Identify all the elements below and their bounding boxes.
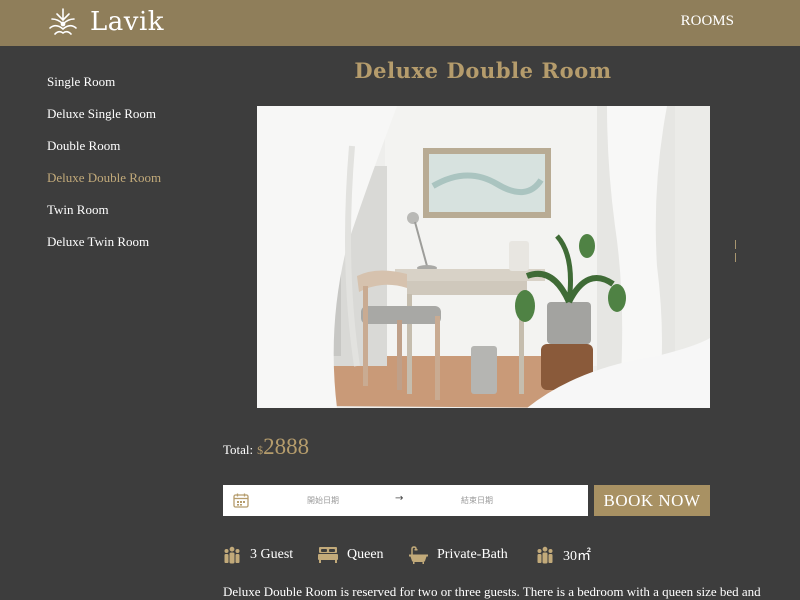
- sidebar-item-twin-room[interactable]: Twin Room: [47, 201, 161, 233]
- amenity-bed-label: Queen: [347, 547, 384, 562]
- room-type-sidebar: Single Room Deluxe Single Room Double Ro…: [47, 73, 161, 265]
- amenity-bath-label: Private-Bath: [437, 547, 508, 562]
- guests-icon: [224, 546, 240, 564]
- sidebar-item-deluxe-twin-room[interactable]: Deluxe Twin Room: [47, 233, 161, 265]
- amenity-guests: 3 Guest: [223, 545, 293, 565]
- sidebar-item-deluxe-single-room[interactable]: Deluxe Single Room: [47, 105, 161, 137]
- top-navbar: Lavik ROOMS: [0, 0, 800, 46]
- room-photo-illustration: [257, 106, 710, 408]
- total-label: Total:: [223, 442, 254, 457]
- sidebar-item-deluxe-double-room[interactable]: Deluxe Double Room: [47, 169, 161, 201]
- book-now-button[interactable]: BOOK NOW: [594, 485, 710, 516]
- brand-name: Lavik: [90, 7, 165, 37]
- photo-pager[interactable]: [735, 240, 737, 266]
- nav-rooms-link[interactable]: ROOMS: [681, 13, 734, 30]
- calendar-icon: [233, 493, 249, 508]
- lotus-logo-icon: [49, 8, 77, 35]
- sidebar-item-double-room[interactable]: Double Room: [47, 137, 161, 169]
- sidebar-item-single-room[interactable]: Single Room: [47, 73, 161, 105]
- bed-icon: [318, 547, 338, 563]
- amenity-guests-label: 3 Guest: [250, 547, 294, 562]
- pager-dot[interactable]: [735, 253, 736, 262]
- bath-icon: [409, 546, 428, 564]
- amenity-bath: Private-Bath: [409, 545, 508, 565]
- amenity-area-label: 30㎡: [563, 549, 591, 564]
- brand-logo[interactable]: Lavik: [46, 6, 164, 38]
- end-date-input[interactable]: 結束日期: [461, 495, 493, 506]
- amenity-area: 30㎡: [536, 545, 591, 565]
- room-description: Deluxe Double Room is reserved for two o…: [223, 584, 761, 599]
- date-range-picker[interactable]: 開始日期 → 結束日期: [223, 485, 588, 516]
- price-total: Total: $ 2888: [223, 434, 309, 460]
- date-arrow-icon: →: [395, 493, 404, 504]
- total-amount: 2888: [263, 434, 310, 459]
- amenity-bed: Queen: [318, 545, 384, 565]
- start-date-input[interactable]: 開始日期: [307, 495, 339, 506]
- pager-dot[interactable]: [735, 240, 736, 249]
- page-title: Deluxe Double Room: [354, 58, 612, 83]
- area-icon: [537, 546, 553, 564]
- room-photo: [257, 106, 710, 408]
